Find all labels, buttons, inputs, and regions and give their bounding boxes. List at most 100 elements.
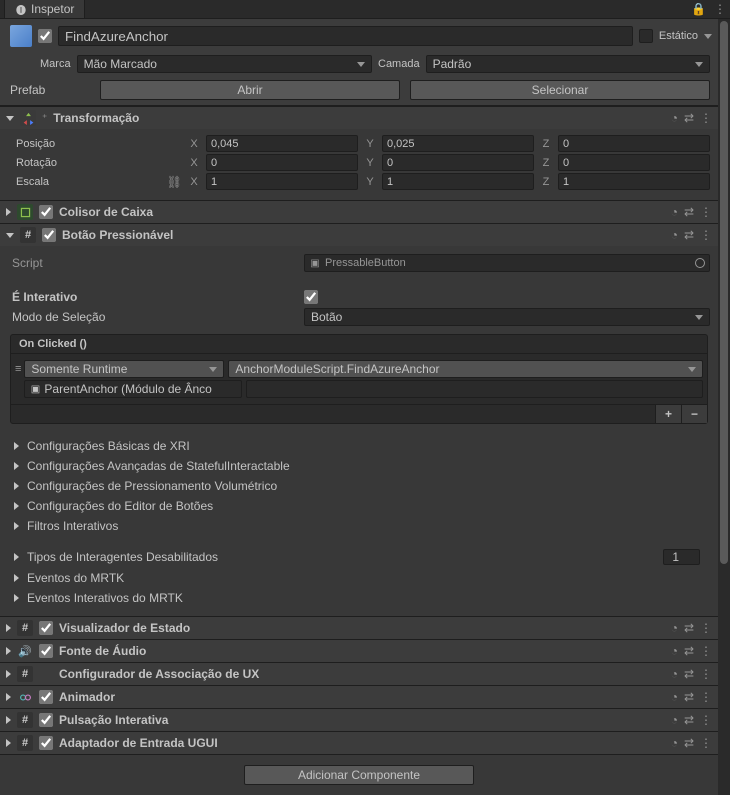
preset-icon[interactable]: ⇄ — [684, 644, 694, 658]
help-icon[interactable]: ◔ — [671, 621, 678, 635]
object-header: Estático — [0, 19, 718, 53]
context-menu-icon[interactable]: ⋮ — [700, 644, 712, 658]
static-dropdown-icon[interactable] — [704, 34, 712, 39]
ugui-enabled-checkbox[interactable] — [39, 736, 53, 750]
context-menu-icon[interactable]: ⋮ — [700, 690, 712, 704]
scrollbar-thumb[interactable] — [720, 21, 728, 564]
add-listener-button[interactable]: + — [655, 405, 681, 423]
function-argument-field[interactable] — [246, 380, 703, 398]
lock-icon[interactable]: 🔒 — [691, 2, 706, 16]
foldout-mrtk-events[interactable]: Eventos do MRTK — [8, 568, 710, 588]
foldout-volumetric[interactable]: Configurações de Pressionamento Volumétr… — [8, 476, 710, 496]
context-menu-icon[interactable]: ⋮ — [700, 205, 712, 219]
foldout-mrtk-interactive[interactable]: Eventos Interativos do MRTK — [8, 588, 710, 608]
context-menu-icon[interactable]: ⋮ — [700, 111, 712, 125]
ugui-title: Adaptador de Entrada UGUI — [59, 736, 665, 750]
tab-inspector[interactable]: 🅘 Inspetor — [4, 0, 85, 18]
foldout-stateful[interactable]: Configurações Avançadas de StatefulInter… — [8, 456, 710, 476]
context-menu-icon[interactable]: ⋮ — [700, 667, 712, 681]
foldout-icon — [6, 233, 14, 238]
axis-z-label: Z — [540, 138, 552, 150]
preset-icon[interactable]: ⇄ — [684, 713, 694, 727]
chevron-down-icon — [357, 62, 365, 67]
pulse-enabled-checkbox[interactable] — [39, 713, 53, 727]
boxcollider-header[interactable]: Colisor de Caixa ◔ ⇄ ⋮ — [0, 201, 718, 223]
preset-icon[interactable]: ⇄ — [684, 667, 694, 681]
layer-label: Camada — [378, 58, 420, 70]
preset-icon[interactable]: ⇄ — [684, 228, 694, 242]
help-icon[interactable]: ◔ — [671, 713, 678, 727]
boxcollider-enabled-checkbox[interactable] — [39, 205, 53, 219]
tab-menu-icon[interactable]: ⋮ — [714, 2, 726, 16]
pulse-header[interactable]: # Pulsação Interativa ◔⇄⋮ — [0, 709, 718, 731]
context-menu-icon[interactable]: ⋮ — [700, 621, 712, 635]
context-menu-icon[interactable]: ⋮ — [700, 713, 712, 727]
selection-mode-dropdown[interactable]: Botão — [304, 308, 710, 326]
constrain-link-icon[interactable]: ⛓ — [165, 175, 184, 189]
event-title: On Clicked () — [11, 335, 707, 354]
static-checkbox[interactable] — [639, 29, 653, 43]
position-y-input[interactable] — [382, 135, 534, 152]
ux-bind-header[interactable]: # Configurador de Associação de UX ◔⇄⋮ — [0, 663, 718, 685]
layer-dropdown[interactable]: Padrão — [426, 55, 710, 73]
foldout-filters[interactable]: Filtros Interativos — [8, 516, 710, 536]
rotation-y-input[interactable] — [382, 154, 534, 171]
tag-dropdown[interactable]: Mão Marcado — [77, 55, 372, 73]
transform-header[interactable]: ⁺ Transformação ◔ ⇄ ⋮ — [0, 107, 718, 129]
object-picker-icon[interactable] — [695, 258, 705, 268]
preset-icon[interactable]: ⇄ — [684, 205, 694, 219]
preset-icon[interactable]: ⇄ — [684, 621, 694, 635]
rotation-z-input[interactable] — [558, 154, 710, 171]
preset-icon[interactable]: ⇄ — [684, 690, 694, 704]
drag-handle-icon[interactable]: ≡ — [15, 363, 20, 375]
scale-x-input[interactable] — [206, 173, 358, 190]
help-icon[interactable]: ◔ — [671, 690, 678, 704]
foldout-button-editor[interactable]: Configurações do Editor de Botões — [8, 496, 710, 516]
foldout-disabled-types[interactable]: Tipos de Interagentes Desabilitados 1 — [8, 546, 710, 568]
selection-mode-value: Botão — [311, 310, 342, 324]
help-icon[interactable]: ◔ — [671, 228, 678, 242]
audio-enabled-checkbox[interactable] — [39, 644, 53, 658]
prefab-select-button[interactable]: Selecionar — [410, 80, 710, 100]
gameobject-icon[interactable] — [10, 25, 32, 47]
add-component-button[interactable]: Adicionar Componente — [244, 765, 474, 785]
scrollbar[interactable] — [718, 19, 730, 795]
rotation-x-input[interactable] — [206, 154, 358, 171]
script-value: PressableButton — [325, 257, 406, 269]
scale-z-input[interactable] — [558, 173, 710, 190]
foldout-icon — [14, 482, 19, 490]
animator-enabled-checkbox[interactable] — [39, 690, 53, 704]
runtime-dropdown[interactable]: Somente Runtime — [24, 360, 224, 378]
tag-layer-row: Marca Mão Marcado Camada Padrão — [0, 53, 718, 77]
help-icon[interactable]: ◔ — [671, 667, 678, 681]
help-icon[interactable]: ◔ — [671, 111, 678, 125]
help-icon[interactable]: ◔ — [671, 736, 678, 750]
script-label: Script — [8, 256, 298, 270]
state-viz-header[interactable]: # Visualizador de Estado ◔⇄⋮ — [0, 617, 718, 639]
state-viz-enabled-checkbox[interactable] — [39, 621, 53, 635]
prefab-open-button[interactable]: Abrir — [100, 80, 400, 100]
animator-header[interactable]: Animador ◔⇄⋮ — [0, 686, 718, 708]
preset-icon[interactable]: ⇄ — [684, 111, 694, 125]
foldout-xri-basic[interactable]: Configurações Básicas de XRI — [8, 436, 710, 456]
ugui-header[interactable]: # Adaptador de Entrada UGUI ◔⇄⋮ — [0, 732, 718, 754]
position-z-input[interactable] — [558, 135, 710, 152]
context-menu-icon[interactable]: ⋮ — [700, 736, 712, 750]
function-dropdown[interactable]: AnchorModuleScript.FindAzureAnchor — [228, 360, 703, 378]
gameobject-enabled-checkbox[interactable] — [38, 29, 52, 43]
scale-y-input[interactable] — [382, 173, 534, 190]
scale-label: Escala — [16, 176, 49, 188]
preset-icon[interactable]: ⇄ — [684, 736, 694, 750]
help-icon[interactable]: ◔ — [671, 644, 678, 658]
gameobject-name-input[interactable] — [58, 26, 633, 46]
audio-source-header[interactable]: 🔊 Fonte de Áudio ◔⇄⋮ — [0, 640, 718, 662]
help-icon[interactable]: ◔ — [671, 205, 678, 219]
interactive-checkbox[interactable] — [304, 290, 318, 304]
remove-listener-button[interactable]: − — [681, 405, 707, 423]
context-menu-icon[interactable]: ⋮ — [700, 228, 712, 242]
pressable-header[interactable]: # Botão Pressionável ◔ ⇄ ⋮ — [0, 224, 718, 246]
foldout-icon — [6, 670, 11, 678]
target-object-field[interactable]: ▣ ParentAnchor (Módulo de Ânco — [24, 380, 242, 398]
position-x-input[interactable] — [206, 135, 358, 152]
pressable-enabled-checkbox[interactable] — [42, 228, 56, 242]
